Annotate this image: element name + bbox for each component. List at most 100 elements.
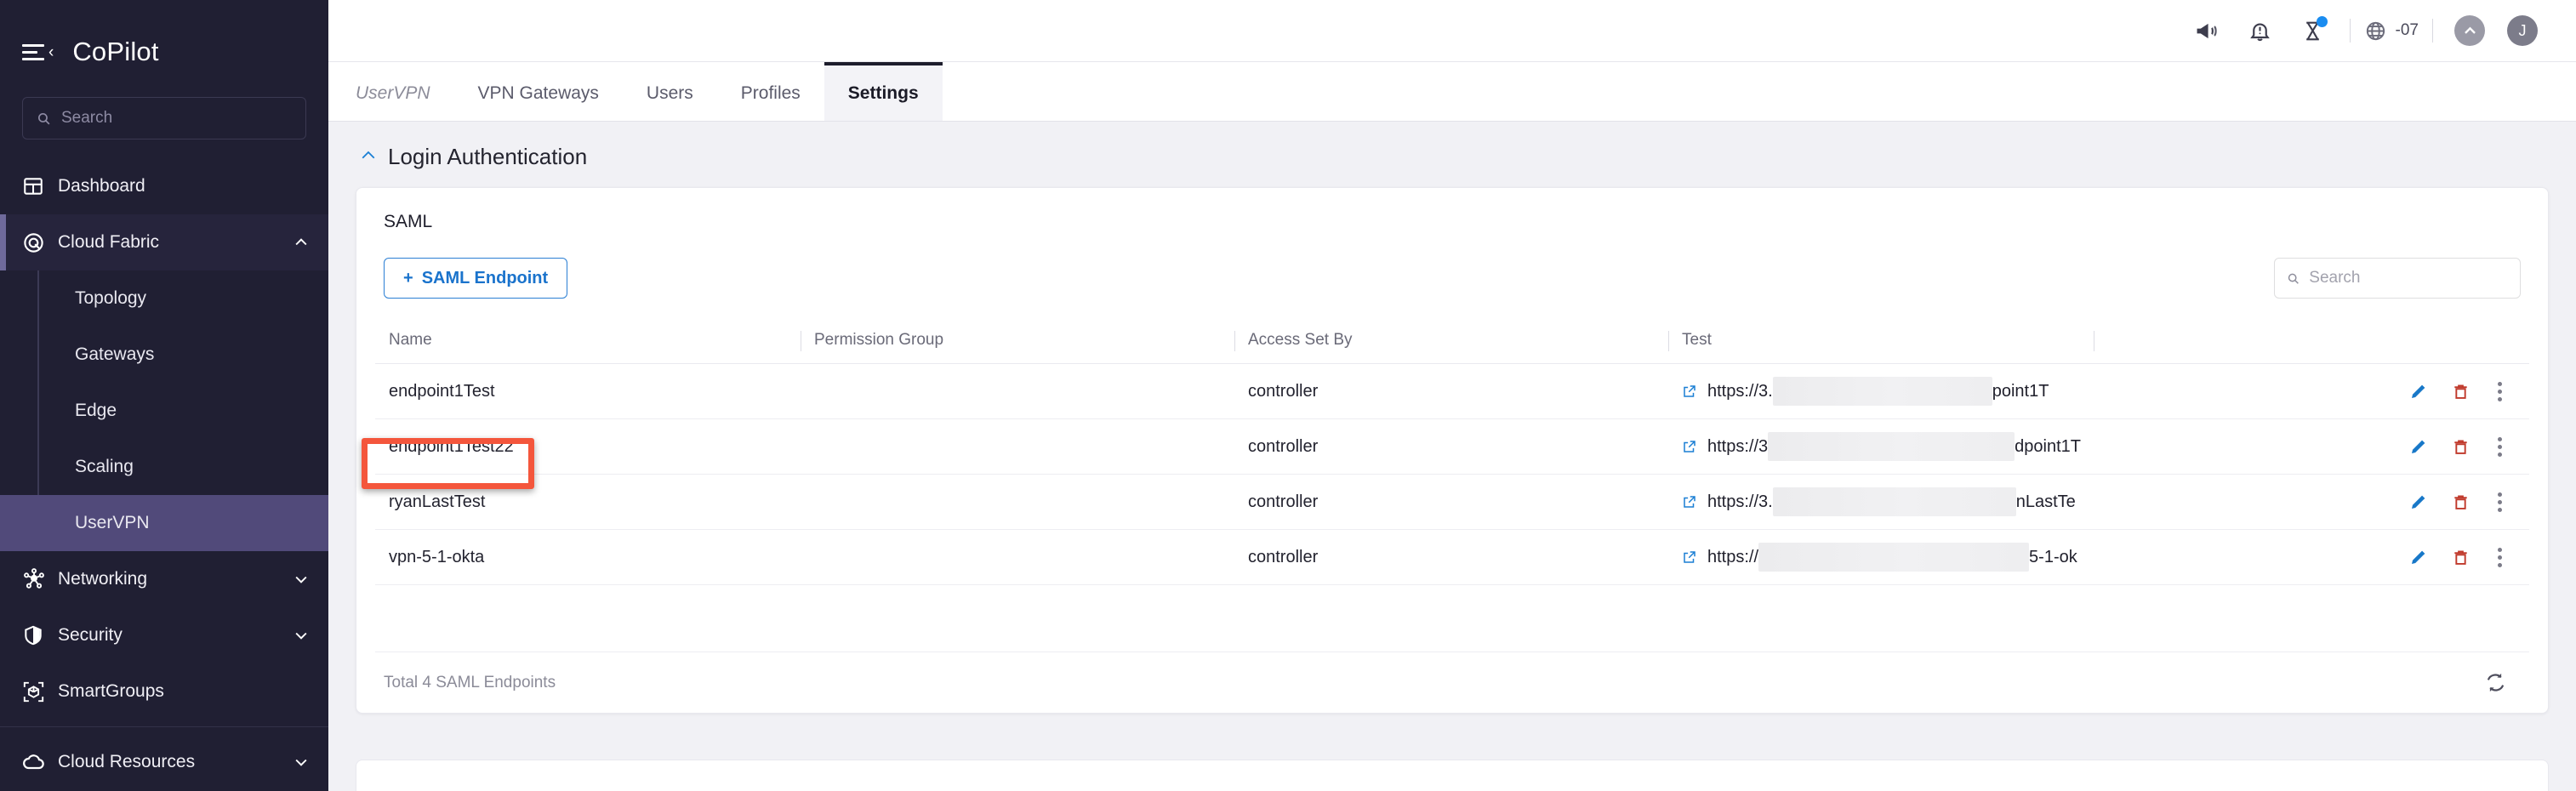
- sidebar-item-cloud-fabric[interactable]: Cloud Fabric: [0, 214, 328, 270]
- smartgroups-cube-icon: [22, 680, 58, 703]
- test-url-suffix: point1T: [1992, 381, 2049, 401]
- saml-endpoints-table: Name Permission Group Access Set By Test…: [375, 319, 2529, 585]
- cell-test[interactable]: https://3 dpoint1T: [1668, 418, 2094, 475]
- hamburger-icon: [22, 43, 48, 60]
- cell-access-set-by: controller: [1234, 474, 1668, 530]
- tab-settings[interactable]: Settings: [824, 62, 943, 121]
- notification-badge: [2316, 16, 2328, 27]
- megaphone-icon[interactable]: [2181, 11, 2234, 50]
- table-toolbar: + SAML Endpoint: [375, 258, 2529, 299]
- pencil-icon[interactable]: [2408, 436, 2429, 457]
- cell-actions: [2094, 363, 2529, 419]
- section-header-login-authentication[interactable]: Login Authentication: [356, 144, 2549, 170]
- sidebar-item-uservpn[interactable]: UserVPN: [0, 495, 328, 551]
- test-url-suffix: nLastTe: [2015, 492, 2076, 511]
- tab-users[interactable]: Users: [623, 62, 717, 121]
- sidebar-item-topology[interactable]: Topology: [0, 270, 328, 327]
- breadcrumb-uservpn: UserVPN: [356, 62, 454, 121]
- chevron-down-icon: [293, 571, 310, 588]
- chevron-up-icon[interactable]: [361, 147, 376, 164]
- column-header-name[interactable]: Name: [375, 319, 801, 364]
- cell-actions: [2094, 418, 2529, 475]
- external-link-icon: [1684, 551, 1695, 563]
- column-header-permission-group[interactable]: Permission Group: [801, 319, 1234, 364]
- chevron-down-icon: [293, 754, 310, 771]
- tab-vpn-gateways[interactable]: VPN Gateways: [454, 62, 623, 121]
- external-link-icon: [1684, 496, 1695, 508]
- table-row[interactable]: endpoint1Test controller https://3. poin…: [375, 363, 2529, 419]
- cell-test[interactable]: https:// 5-1-ok: [1668, 529, 2094, 585]
- sidebar-item-label: SmartGroups: [58, 681, 164, 701]
- cell-test[interactable]: https://3. point1T: [1668, 363, 2094, 419]
- add-saml-endpoint-button[interactable]: + SAML Endpoint: [384, 258, 568, 299]
- refresh-icon[interactable]: [2484, 671, 2507, 694]
- sidebar-subitem-label: Edge: [75, 401, 117, 420]
- sidebar-brand: ‹ CoPilot: [0, 0, 328, 78]
- tab-profiles[interactable]: Profiles: [717, 62, 824, 121]
- table-search[interactable]: [2274, 258, 2521, 299]
- cell-access-set-by: controller: [1234, 418, 1668, 475]
- sidebar-item-dashboard[interactable]: Dashboard: [0, 158, 328, 214]
- test-link[interactable]: https://3. nLastTe: [1682, 487, 2094, 516]
- cell-actions: [2094, 529, 2529, 585]
- cell-permission-group: [801, 529, 1234, 585]
- cell-access-set-by: controller: [1234, 363, 1668, 419]
- trash-icon[interactable]: [2451, 548, 2471, 567]
- cell-test[interactable]: https://3. nLastTe: [1668, 474, 2094, 530]
- sidebar-item-edge[interactable]: Edge: [0, 383, 328, 439]
- test-url-suffix: 5-1-ok: [2029, 547, 2077, 566]
- table-footer: Total 4 SAML Endpoints: [375, 652, 2529, 713]
- bell-alert-icon[interactable]: [2234, 11, 2287, 50]
- test-link[interactable]: https://3 dpoint1T: [1682, 432, 2094, 461]
- chevron-left-icon: ‹: [48, 43, 54, 61]
- column-header-test[interactable]: Test: [1668, 319, 2094, 364]
- avatar[interactable]: J: [2496, 11, 2549, 50]
- collapse-button[interactable]: [2454, 15, 2485, 46]
- pencil-icon[interactable]: [2408, 492, 2429, 512]
- add-saml-endpoint-label: SAML Endpoint: [421, 268, 549, 287]
- sidebar-search-input[interactable]: [61, 109, 292, 128]
- timezone-selector[interactable]: -07: [2361, 20, 2422, 43]
- table-header-row: Name Permission Group Access Set By Test: [375, 319, 2529, 364]
- sidebar-item-networking[interactable]: Networking: [0, 551, 328, 607]
- cell-actions: [2094, 474, 2529, 530]
- kebab-menu-icon[interactable]: [2493, 434, 2507, 460]
- cell-permission-group: [801, 418, 1234, 475]
- table-search-input[interactable]: [2309, 269, 2508, 287]
- kebab-menu-icon[interactable]: [2493, 489, 2507, 515]
- trash-icon[interactable]: [2451, 492, 2471, 512]
- trash-icon[interactable]: [2451, 437, 2471, 457]
- table-row[interactable]: ryanLastTest controller https://3. nLast…: [375, 474, 2529, 530]
- kebab-menu-icon[interactable]: [2493, 544, 2507, 571]
- sidebar-item-cloud-resources[interactable]: Cloud Resources: [0, 734, 328, 790]
- sidebar-item-gateways[interactable]: Gateways: [0, 327, 328, 383]
- dashboard-icon: [22, 175, 58, 197]
- chevron-up-circle-icon[interactable]: [2443, 11, 2496, 50]
- column-header-access-set-by[interactable]: Access Set By: [1234, 319, 1668, 364]
- redacted-url-segment: [1768, 432, 2015, 461]
- sidebar: ‹ CoPilot Dashboard: [0, 0, 328, 791]
- sidebar-search[interactable]: [22, 97, 306, 139]
- topbar-divider: [2349, 19, 2351, 43]
- sidebar-subitem-label: Gateways: [75, 344, 155, 364]
- pencil-icon[interactable]: [2408, 547, 2429, 567]
- tab-bar: UserVPN VPN Gateways Users Profiles Sett…: [328, 62, 2576, 122]
- test-link[interactable]: https:// 5-1-ok: [1682, 543, 2094, 572]
- menu-toggle-button[interactable]: ‹: [22, 43, 54, 61]
- sidebar-subitem-label: UserVPN: [75, 513, 150, 532]
- table-row[interactable]: vpn-5-1-okta controller https:// 5-1-ok: [375, 529, 2529, 585]
- brand-title: CoPilot: [72, 37, 159, 66]
- sidebar-item-security[interactable]: Security: [0, 607, 328, 663]
- test-url-prefix: https://: [1707, 547, 1759, 566]
- tab-label: Profiles: [740, 83, 801, 103]
- trash-icon[interactable]: [2451, 382, 2471, 401]
- hourglass-icon[interactable]: [2287, 11, 2339, 50]
- sidebar-item-smartgroups[interactable]: SmartGroups: [0, 663, 328, 720]
- pencil-icon[interactable]: [2408, 381, 2429, 401]
- sidebar-item-label: Cloud Resources: [58, 752, 196, 771]
- test-link[interactable]: https://3. point1T: [1682, 377, 2094, 406]
- cell-name: ryanLastTest: [375, 474, 801, 530]
- sidebar-item-scaling[interactable]: Scaling: [0, 439, 328, 495]
- kebab-menu-icon[interactable]: [2493, 378, 2507, 405]
- table-row[interactable]: endpoint1Test22 controller https://3 dpo…: [375, 418, 2529, 475]
